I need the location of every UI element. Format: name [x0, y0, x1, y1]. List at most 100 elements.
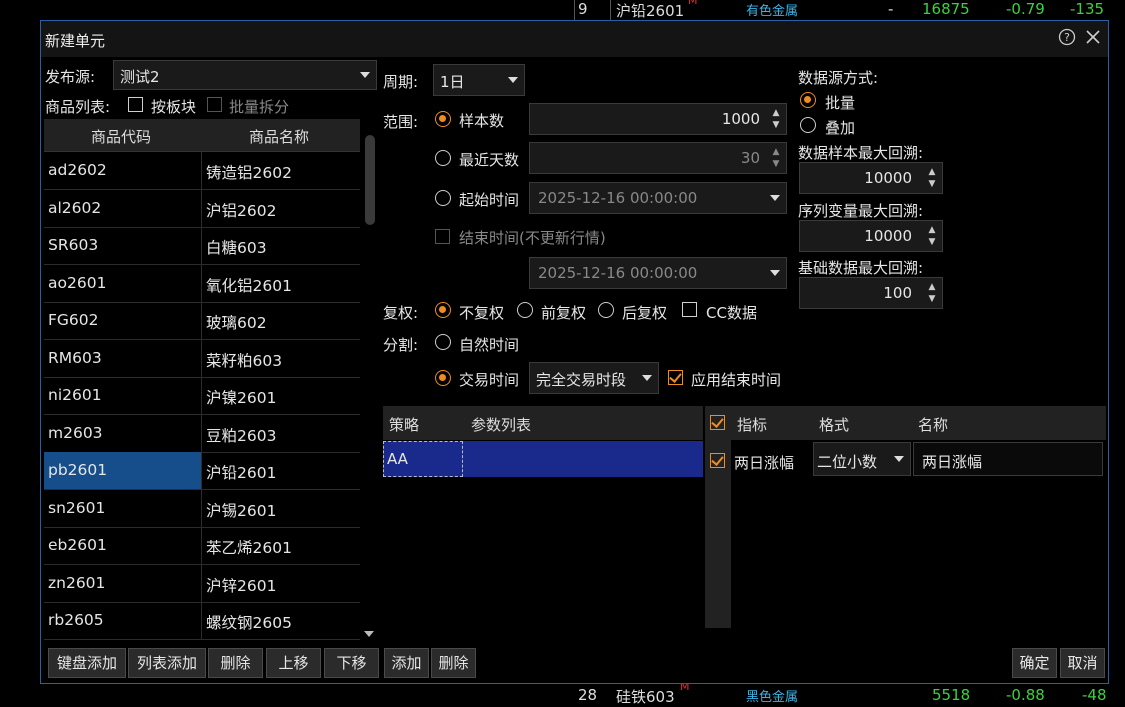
ok-button[interactable]: 确定 [1012, 648, 1057, 678]
code-cell[interactable]: RM603 [44, 339, 202, 377]
apply-end-time-checkbox[interactable] [668, 370, 683, 385]
overlay-radio[interactable] [800, 117, 816, 133]
strategy-add-button[interactable]: 添加 [384, 648, 429, 678]
forward-adjust-radio[interactable] [517, 302, 533, 318]
end-time-value: 2025-12-16 00:00:00 [538, 264, 698, 282]
help-icon[interactable]: ? [1057, 28, 1077, 48]
indicator-row-checkbox[interactable] [710, 453, 725, 468]
no-adjust-radio[interactable] [435, 302, 451, 318]
scroll-down-icon[interactable] [364, 631, 374, 637]
spin-arrows-icon[interactable]: ▲ ▼ [926, 166, 938, 192]
keyboard-add-button[interactable]: 键盘添加 [48, 648, 126, 678]
name-cell[interactable]: 沪铅2601 [202, 452, 360, 489]
recent-days-input[interactable]: 30 ▲ ▼ [529, 142, 787, 174]
product-scrollbar[interactable] [363, 129, 377, 641]
code-cell[interactable]: al2602 [44, 189, 202, 227]
code-cell[interactable]: m2603 [44, 414, 202, 452]
indicator-name-input[interactable]: 两日涨幅 [913, 442, 1103, 476]
delete-button[interactable]: 删除 [208, 648, 263, 678]
spin-arrows-icon[interactable]: ▲ ▼ [926, 281, 938, 307]
code-cell[interactable]: ao2601 [44, 264, 202, 302]
code-cell[interactable]: eb2601 [44, 527, 202, 564]
scroll-thumb[interactable] [365, 135, 375, 225]
recent-days-radio[interactable] [435, 150, 451, 166]
strategy-delete-button[interactable]: 删除 [431, 648, 476, 678]
trading-session-select[interactable]: 完全交易时段 [529, 362, 659, 394]
table-row[interactable]: sn2601 沪锡2601 [44, 489, 360, 528]
table-row[interactable]: m2603 豆粕2603 [44, 414, 360, 453]
spin-arrows-icon[interactable]: ▲ ▼ [926, 224, 938, 250]
code-cell[interactable]: ad2602 [44, 152, 202, 189]
table-row[interactable]: zn2601 沪锌2601 [44, 564, 360, 603]
table-row[interactable]: FG602 玻璃602 [44, 302, 360, 340]
table-row[interactable]: pb2601 沪铅2601 [44, 452, 360, 490]
list-add-button[interactable]: 列表添加 [128, 648, 206, 678]
product-name: 沪锌2601 [206, 576, 277, 595]
change-pct: -0.88 [1006, 686, 1045, 704]
table-row[interactable]: al2602 沪铝2602 [44, 189, 360, 228]
trading-time-radio[interactable] [435, 370, 451, 386]
name-cell[interactable]: 沪锡2601 [202, 490, 360, 527]
table-row[interactable]: RM603 菜籽粕603 [44, 339, 360, 378]
batch-radio[interactable] [800, 92, 816, 108]
name-cell[interactable]: 白糖603 [202, 227, 360, 264]
code-cell[interactable]: pb2601 [44, 452, 202, 489]
end-time-input[interactable]: 2025-12-16 00:00:00 [529, 257, 787, 289]
strategy-row[interactable]: AA [383, 441, 703, 477]
name-cell[interactable]: 沪镍2601 [202, 377, 360, 414]
backward-adjust-radio[interactable] [598, 302, 614, 318]
move-up-button[interactable]: 上移 [266, 648, 321, 678]
product-name: 氧化铝2601 [206, 276, 292, 295]
spin-arrows-icon[interactable]: ▲ ▼ [770, 146, 782, 172]
name-cell[interactable]: 螺纹钢2605 [202, 602, 360, 639]
code-cell[interactable]: sn2601 [44, 489, 202, 527]
table-row[interactable]: ad2602 铸造铝2602 [44, 152, 360, 190]
code-cell[interactable]: SR603 [44, 227, 202, 264]
natural-time-radio[interactable] [435, 334, 451, 350]
cancel-button[interactable]: 取消 [1060, 648, 1105, 678]
sample-count-input[interactable]: 1000 ▲ ▼ [529, 103, 787, 135]
product-name: 硅铁603 [616, 688, 675, 706]
mark-badge: M [688, 0, 698, 7]
product-code: ad2602 [48, 161, 107, 179]
indicator-format-select[interactable]: 二位小数 [813, 442, 911, 476]
name-cell[interactable]: 氧化铝2601 [202, 265, 360, 302]
publish-source-select[interactable]: 测试2 [113, 60, 377, 90]
select-all-checkbox[interactable] [710, 415, 725, 430]
product-code: eb2601 [48, 536, 107, 554]
sample-max-input[interactable]: 10000 ▲ ▼ [799, 162, 943, 194]
name-cell[interactable]: 沪铝2602 [202, 190, 360, 227]
sample-count-radio[interactable] [435, 111, 451, 127]
name-cell[interactable]: 豆粕2603 [202, 415, 360, 452]
table-row[interactable]: SR603 白糖603 [44, 227, 360, 265]
strategy-cell[interactable]: AA [383, 441, 463, 477]
no-adjust-label: 不复权 [459, 304, 505, 322]
name-cell[interactable]: 沪锌2601 [202, 565, 360, 602]
cc-data-checkbox[interactable] [682, 302, 697, 317]
table-row[interactable]: ao2601 氧化铝2601 [44, 264, 360, 303]
code-cell[interactable]: rb2605 [44, 602, 202, 639]
base-max-input[interactable]: 100 ▲ ▼ [799, 277, 943, 309]
code-cell[interactable]: zn2601 [44, 564, 202, 602]
by-sector-checkbox[interactable] [128, 97, 143, 112]
end-time-checkbox[interactable] [435, 229, 450, 244]
code-cell[interactable]: FG602 [44, 302, 202, 339]
name-cell[interactable]: 玻璃602 [202, 302, 360, 339]
name-cell[interactable]: 铸造铝2602 [202, 152, 360, 189]
code-cell[interactable]: ni2601 [44, 377, 202, 414]
start-time-input[interactable]: 2025-12-16 00:00:00 [529, 182, 787, 214]
batch-split-checkbox[interactable] [207, 97, 222, 112]
table-row[interactable]: eb2601 苯乙烯2601 [44, 527, 360, 565]
name-cell[interactable]: 菜籽粕603 [202, 340, 360, 377]
move-down-button[interactable]: 下移 [324, 648, 379, 678]
product-name: 沪镍2601 [206, 389, 277, 407]
table-row[interactable]: rb2605 螺纹钢2605 [44, 602, 360, 640]
close-icon[interactable] [1083, 28, 1103, 48]
name-cell[interactable]: 苯乙烯2601 [202, 527, 360, 564]
period-select[interactable]: 1日 [433, 64, 525, 96]
start-time-radio[interactable] [435, 190, 451, 206]
series-max-input[interactable]: 10000 ▲ ▼ [799, 220, 943, 252]
table-row[interactable]: ni2601 沪镍2601 [44, 377, 360, 415]
product-list-label: 商品列表: [45, 98, 111, 116]
spin-arrows-icon[interactable]: ▲ ▼ [770, 107, 782, 133]
